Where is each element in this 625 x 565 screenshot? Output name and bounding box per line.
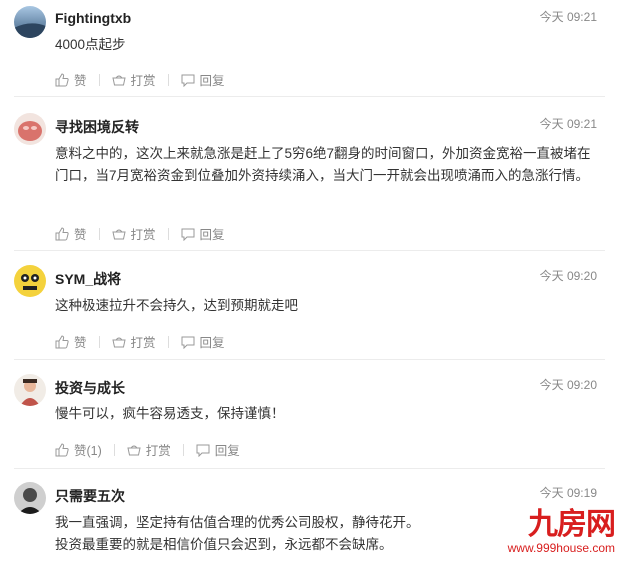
tip-button[interactable]: 打赏 xyxy=(111,224,156,243)
like-button[interactable]: 赞 xyxy=(55,332,87,351)
comment-icon xyxy=(181,228,195,241)
avatar[interactable] xyxy=(14,113,46,145)
logo-text: 九房网 xyxy=(528,508,616,541)
tip-button[interactable]: 打赏 xyxy=(111,70,156,89)
comment-icon xyxy=(196,444,210,457)
divider xyxy=(14,250,605,251)
comment-text: 4000点起步 xyxy=(55,37,126,52)
thumbs-up-icon xyxy=(55,442,69,456)
like-label: 赞(1) xyxy=(74,444,102,458)
reply-label: 回复 xyxy=(199,228,225,242)
comment-item: Fightingtxb 今天 09:21 4000点起步 赞 打赏 回复 xyxy=(0,6,625,96)
reply-button[interactable]: 回复 xyxy=(181,224,225,243)
username[interactable]: 投资与成长 xyxy=(55,378,125,398)
username[interactable]: 寻找困境反转 xyxy=(55,117,139,137)
like-button[interactable]: 赞 xyxy=(55,224,87,243)
comment-actions: 赞 打赏 回复 xyxy=(55,332,225,351)
comment-actions: 赞(1) 打赏 回复 xyxy=(55,440,240,459)
thumbs-up-icon xyxy=(55,226,69,240)
timestamp: 今天 09:19 xyxy=(539,486,597,500)
thumbs-up-icon xyxy=(55,334,69,348)
timestamp: 今天 09:20 xyxy=(539,378,597,392)
avatar[interactable] xyxy=(14,374,46,406)
comment-text: 这种极速拉升不会持久，达到预期就走吧 xyxy=(55,298,298,313)
tip-icon xyxy=(111,75,126,85)
watermark-logo: 九房网 www.999house.com xyxy=(507,508,616,556)
comment-icon xyxy=(181,74,195,87)
tip-label: 打赏 xyxy=(130,74,156,88)
username[interactable]: 只需要五次 xyxy=(55,486,125,506)
username[interactable]: Fightingtxb xyxy=(55,10,131,26)
avatar[interactable] xyxy=(14,6,46,38)
tip-label: 打赏 xyxy=(130,336,156,350)
avatar[interactable] xyxy=(14,265,46,297)
comment-icon xyxy=(181,336,195,349)
timestamp: 今天 09:21 xyxy=(539,117,597,131)
comment-actions: 赞 打赏 回复 xyxy=(55,70,225,89)
like-label: 赞 xyxy=(74,228,87,242)
divider xyxy=(14,359,605,360)
tip-button[interactable]: 打赏 xyxy=(111,332,156,351)
username[interactable]: SYM_战将 xyxy=(55,269,121,289)
logo-url: www.999house.com xyxy=(507,541,615,555)
comment-item: SYM_战将 今天 09:20 这种极速拉升不会持久，达到预期就走吧 赞 打赏 … xyxy=(0,265,625,355)
tip-button[interactable]: 打赏 xyxy=(127,440,171,459)
divider xyxy=(14,468,605,469)
tip-label: 打赏 xyxy=(145,444,171,458)
like-button[interactable]: 赞(1) xyxy=(55,440,102,459)
like-label: 赞 xyxy=(74,336,87,350)
like-button[interactable]: 赞 xyxy=(55,70,87,89)
tip-icon xyxy=(111,229,126,239)
timestamp: 今天 09:20 xyxy=(539,269,597,283)
avatar[interactable] xyxy=(14,482,46,514)
reply-button[interactable]: 回复 xyxy=(181,70,225,89)
reply-button[interactable]: 回复 xyxy=(181,332,225,351)
tip-icon xyxy=(111,337,126,347)
like-label: 赞 xyxy=(74,74,87,88)
tip-label: 打赏 xyxy=(130,228,156,242)
comment-text: 慢牛可以，疯牛容易透支，保持谨慎！ xyxy=(55,406,285,421)
comment-item: 寻找困境反转 今天 09:21 意料之中的，这次上来就急涨是赶上了5穷6绝7翻身… xyxy=(0,113,625,243)
reply-button[interactable]: 回复 xyxy=(196,440,240,459)
divider xyxy=(14,96,605,97)
reply-label: 回复 xyxy=(214,444,240,458)
tip-icon xyxy=(127,445,141,455)
comment-text: 意料之中的，这次上来就急涨是赶上了5穷6绝7翻身的时间窗口，外加资金宽裕一直被堵… xyxy=(55,146,591,183)
thumbs-up-icon xyxy=(55,72,69,86)
comment-actions: 赞 打赏 回复 xyxy=(55,224,225,243)
reply-label: 回复 xyxy=(199,336,225,350)
timestamp: 今天 09:21 xyxy=(539,10,597,24)
reply-label: 回复 xyxy=(199,74,225,88)
comment-item: 投资与成长 今天 09:20 慢牛可以，疯牛容易透支，保持谨慎！ 赞(1) 打赏… xyxy=(0,374,625,464)
